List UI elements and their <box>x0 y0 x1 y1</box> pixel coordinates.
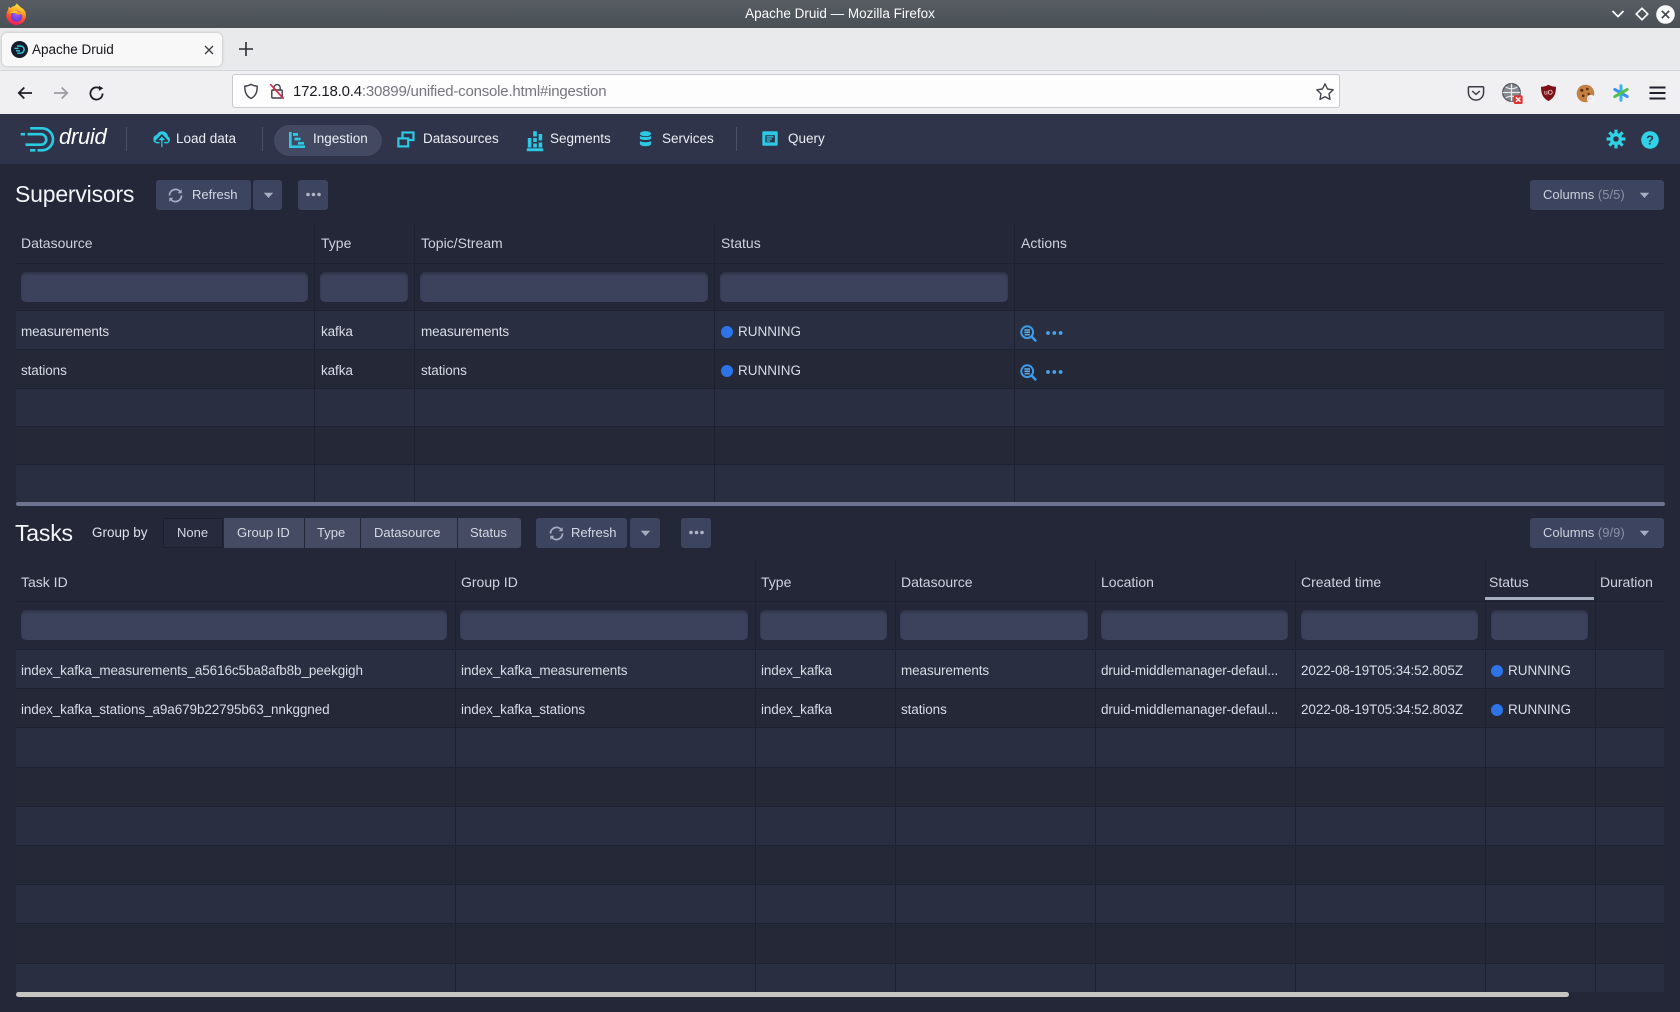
svg-text:?: ? <box>1646 132 1654 147</box>
svg-text:uO: uO <box>1544 90 1553 97</box>
